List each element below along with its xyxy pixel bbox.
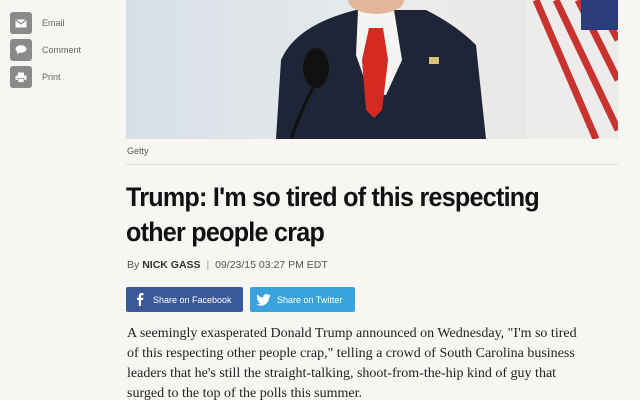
print-share-link[interactable]: Print [10,66,110,88]
print-label: Print [42,72,61,82]
article-body: A seemingly exasperated Donald Trump ann… [127,324,627,400]
body-line: leaders that he's still the straight-tal… [127,366,557,381]
comment-icon [10,39,32,61]
email-label: Email [42,18,65,28]
print-icon [10,66,32,88]
share-facebook-button[interactable]: Share on Facebook [126,287,243,312]
email-share-link[interactable]: Email [10,12,110,34]
twitter-icon [250,293,277,306]
caption-divider [126,164,618,165]
comment-label: Comment [42,45,82,55]
byline-timestamp: 09/23/15 03:27 PM EDT [215,259,328,271]
share-facebook-label: Share on Facebook [153,294,232,305]
body-line: surged to the top of the polls this summ… [127,386,363,400]
email-icon [10,12,32,34]
share-rail: Email Comment Print [10,12,110,93]
byline-prefix: By [127,259,140,271]
photo-caption: Getty [127,146,149,156]
byline-author[interactable]: NICK GASS [142,259,200,271]
facebook-icon [126,293,153,306]
flag-graphic [526,0,618,139]
article-headline: Trump: I'm so tired of this respecting o… [126,182,540,247]
article-photo [126,0,618,139]
byline: By NICK GASS | 09/23/15 03:27 PM EDT [127,259,328,271]
byline-separator: | [206,259,210,271]
share-twitter-button[interactable]: Share on Twitter [250,287,355,312]
body-line: of this respecting other people crap," t… [127,346,575,361]
body-line: A seemingly exasperated Donald Trump ann… [127,326,577,341]
comment-share-link[interactable]: Comment [10,39,110,61]
share-twitter-label: Share on Twitter [277,294,343,305]
